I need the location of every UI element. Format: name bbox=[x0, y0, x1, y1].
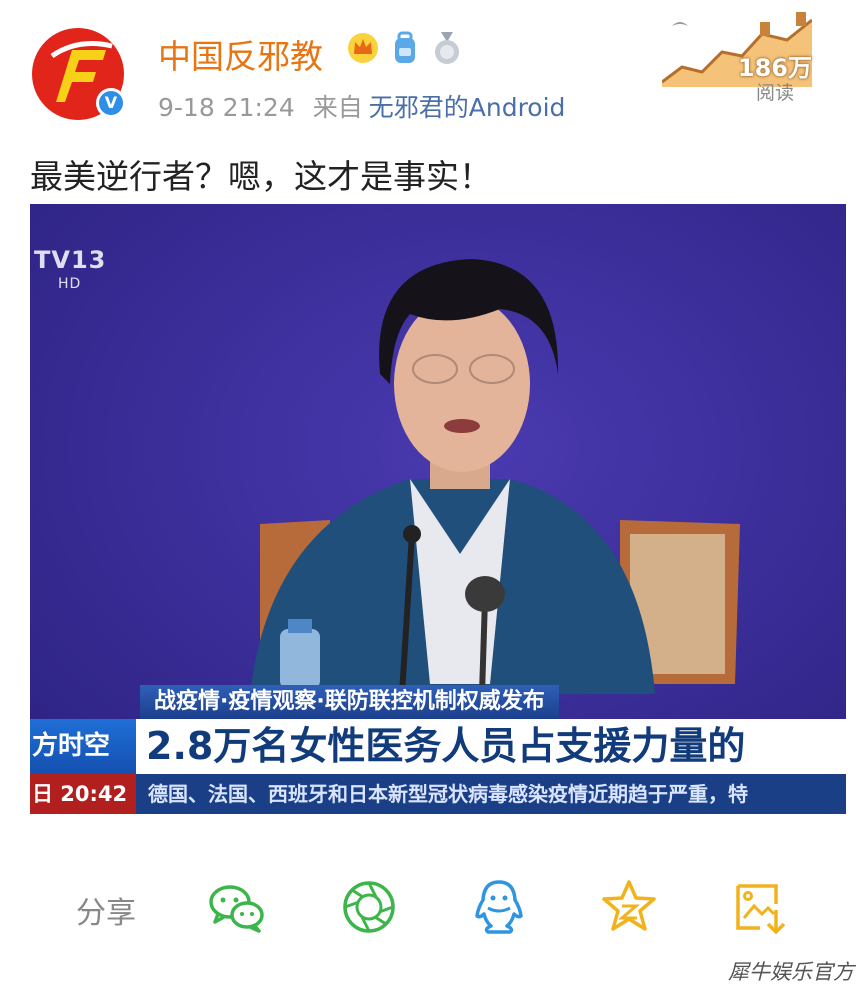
medal-icon[interactable] bbox=[431, 30, 463, 66]
hd-mark: HD bbox=[58, 276, 82, 292]
post-timestamp: 9-18 21:24 bbox=[158, 93, 295, 122]
read-label: 阅读 bbox=[755, 82, 794, 104]
read-count-badge: 186万 阅读 bbox=[662, 12, 812, 104]
source-link[interactable]: 无邪君的Android bbox=[369, 93, 566, 122]
ticker-text: 德国、法国、西班牙和日本新型冠状病毒感染疫情近期趋于严重，特 bbox=[148, 782, 748, 806]
user-badges bbox=[347, 30, 463, 66]
watermark: 犀牛娱乐官方 bbox=[728, 960, 854, 984]
news-banner-main: 方时空 2.8万名女性医务人员占支援力量的 bbox=[30, 719, 846, 774]
post-image[interactable]: TV13 HD 战疫情·疫情观察·联防联控机制权威发布 方时空 2.8万名女性医… bbox=[30, 204, 846, 814]
broadcast-clock: 日 20:42 bbox=[30, 774, 136, 814]
username[interactable]: 中国反邪教 bbox=[158, 30, 323, 78]
channel-logo: TV13 HD bbox=[34, 246, 107, 292]
qq-icon[interactable] bbox=[468, 876, 530, 938]
moments-icon[interactable] bbox=[338, 876, 400, 938]
post-meta: 9-18 21:24 来自 无邪君的Android bbox=[158, 88, 565, 124]
qzone-icon[interactable] bbox=[598, 876, 660, 938]
post-text: 最美逆行者？嗯，这才是事实！ bbox=[30, 157, 492, 196]
wechat-icon[interactable] bbox=[206, 876, 268, 938]
backpack-icon[interactable] bbox=[389, 30, 421, 66]
share-label: 分享 bbox=[76, 896, 136, 931]
source-prefix: 来自 bbox=[312, 93, 363, 122]
verified-badge: V bbox=[96, 88, 126, 118]
crown-icon[interactable] bbox=[347, 30, 379, 66]
news-ticker: 日 20:42 德国、法国、西班牙和日本新型冠状病毒感染疫情近期趋于严重，特 bbox=[30, 774, 846, 814]
news-banner-topic: 战疫情·疫情观察·联防联控机制权威发布 bbox=[140, 685, 559, 719]
program-tag: 方时空 bbox=[30, 719, 136, 774]
news-headline: 2.8万名女性医务人员占支援力量的 bbox=[146, 724, 746, 768]
save-image-icon[interactable] bbox=[730, 876, 792, 938]
